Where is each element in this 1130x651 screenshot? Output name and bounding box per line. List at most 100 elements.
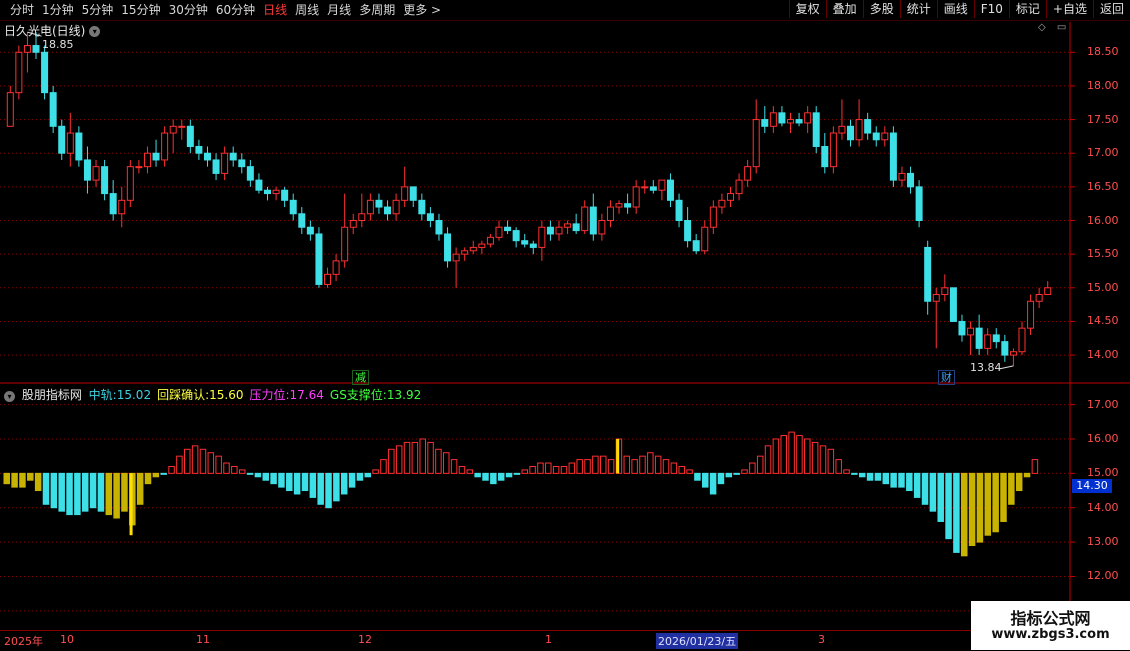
indicator-bar xyxy=(788,431,795,474)
top-toolbar: 分时 1分钟 5分钟 15分钟 30分钟 60分钟 日线 周线 月线 多周期 更多 > 复权 叠加 多股… xyxy=(0,0,1130,21)
candle-body xyxy=(75,132,83,161)
kline-chart[interactable] xyxy=(0,0,1130,650)
period-tab-8[interactable]: 月线 xyxy=(323,2,355,18)
chevron-down-icon[interactable]: ▾ xyxy=(4,391,15,402)
period-tab-9[interactable]: 多周期 xyxy=(355,2,399,18)
tool-button-6[interactable]: 标记 xyxy=(1008,0,1046,18)
indicator-bar xyxy=(89,472,97,509)
indicator-item-0: 中轨:15.02 xyxy=(89,388,154,402)
candle-body xyxy=(358,213,366,222)
indicator-bar xyxy=(223,462,230,474)
indicator-bar xyxy=(144,472,152,485)
indicator-bar xyxy=(937,472,944,522)
maximize-icon[interactable]: ▭ xyxy=(1057,22,1066,33)
candle-body xyxy=(392,199,400,215)
period-tab-1[interactable]: 1分钟 xyxy=(38,2,78,18)
candle-body xyxy=(1027,300,1035,329)
period-tab-5[interactable]: 60分钟 xyxy=(212,2,259,18)
indicator-bar xyxy=(364,472,372,478)
indicator-bar xyxy=(749,462,756,474)
indicator-bar xyxy=(843,469,850,474)
tool-button-0[interactable]: 复权 xyxy=(788,0,826,18)
period-tab-2[interactable]: 5分钟 xyxy=(78,2,118,18)
tool-tabs: 复权 叠加 多股 统计 画线 F10 标记 +自选 返回 xyxy=(788,0,1130,18)
candle-body xyxy=(409,186,417,201)
candle-body xyxy=(606,206,614,222)
date-label: 10 xyxy=(60,633,74,646)
indicator-title[interactable]: ▾ 股朋指标网 中轨:15.02 回踩确认:15.60 压力位:17.64 GS支撑位… xyxy=(4,386,427,403)
tool-button-2[interactable]: 多股 xyxy=(862,0,900,18)
diamond-icon[interactable]: ◇ xyxy=(1038,22,1046,33)
indicator-bar xyxy=(34,472,42,492)
indicator-bar xyxy=(74,472,81,516)
candle-body xyxy=(598,220,606,235)
indicator-bar xyxy=(340,472,348,495)
candle-body xyxy=(444,233,452,262)
indicator-bar xyxy=(395,445,403,474)
watermark-line2: www.zbgs3.com xyxy=(991,627,1110,642)
main-axis-tick: 14.00 xyxy=(1087,348,1119,362)
indicator-bar xyxy=(631,459,638,474)
indicator-bar xyxy=(599,455,607,474)
period-tab-0[interactable]: 分时 xyxy=(6,2,38,18)
indicator-bar xyxy=(380,459,387,474)
tool-button-3[interactable]: 统计 xyxy=(899,0,937,18)
tool-button-4[interactable]: 画线 xyxy=(936,0,974,18)
candle-body xyxy=(804,112,812,124)
main-chart-title[interactable]: 日久光电(日线) ▾ xyxy=(4,22,101,39)
candle-body xyxy=(349,220,357,228)
candle-body xyxy=(195,145,203,154)
tag-cai[interactable]: 财 xyxy=(938,370,955,385)
indicator-bar xyxy=(3,472,10,485)
candle-body xyxy=(15,51,23,94)
candle-body xyxy=(855,119,863,141)
indicator-bar xyxy=(662,459,670,474)
candle-body xyxy=(135,166,143,169)
indicator-bar xyxy=(403,441,411,474)
candle-body xyxy=(1035,294,1043,302)
indicator-item-1: 回踩确认:15.60 xyxy=(157,388,246,402)
candle-body xyxy=(941,287,949,296)
candle-body xyxy=(992,334,1000,343)
indicator-bar xyxy=(105,472,113,516)
candle-body xyxy=(66,132,74,154)
period-tab-10[interactable]: 更多 > xyxy=(399,2,445,18)
low-price-label: 13.84 xyxy=(970,361,1002,374)
indicator-bar xyxy=(702,472,709,488)
candle-body xyxy=(529,243,537,248)
indicator-bar xyxy=(670,462,678,474)
period-tab-7[interactable]: 周线 xyxy=(291,2,323,18)
tool-button-5[interactable]: F10 xyxy=(973,0,1009,18)
candle-body xyxy=(778,112,786,124)
tool-button-8[interactable]: 返回 xyxy=(1092,0,1130,18)
period-tab-6[interactable]: 日线 xyxy=(259,2,291,18)
period-tab-3[interactable]: 15分钟 xyxy=(117,2,164,18)
candle-body xyxy=(958,320,966,336)
indicator-bar xyxy=(521,469,528,474)
indicator-bar xyxy=(733,472,740,475)
tag-jian[interactable]: 减 xyxy=(352,370,369,385)
date-label: 2026/01/23/五 xyxy=(656,633,739,649)
tool-button-1[interactable]: 叠加 xyxy=(825,0,863,18)
indicator-bar xyxy=(560,465,568,474)
tool-button-7[interactable]: +自选 xyxy=(1045,0,1093,18)
current-price-tag: 14.30 xyxy=(1072,479,1112,493)
chevron-down-icon[interactable]: ▾ xyxy=(89,26,101,37)
candle-body xyxy=(1009,351,1017,356)
period-tab-4[interactable]: 30分钟 xyxy=(165,2,212,18)
indicator-bar xyxy=(419,438,426,474)
candle-body xyxy=(615,203,623,208)
indicator-bar xyxy=(325,472,332,509)
indicator-bar xyxy=(450,459,458,474)
candle-body xyxy=(212,159,220,174)
candle-body xyxy=(546,226,554,235)
indicator-bar xyxy=(184,448,191,474)
indicator-bar xyxy=(388,448,395,474)
candle-body xyxy=(872,132,880,141)
indicator-bar xyxy=(435,448,442,474)
candle-body xyxy=(461,250,469,255)
candle-body xyxy=(263,189,272,195)
indicator-bar xyxy=(906,472,913,492)
indicator-bar xyxy=(1008,472,1015,505)
indicator-axis-tick: 14.00 xyxy=(1087,500,1119,514)
